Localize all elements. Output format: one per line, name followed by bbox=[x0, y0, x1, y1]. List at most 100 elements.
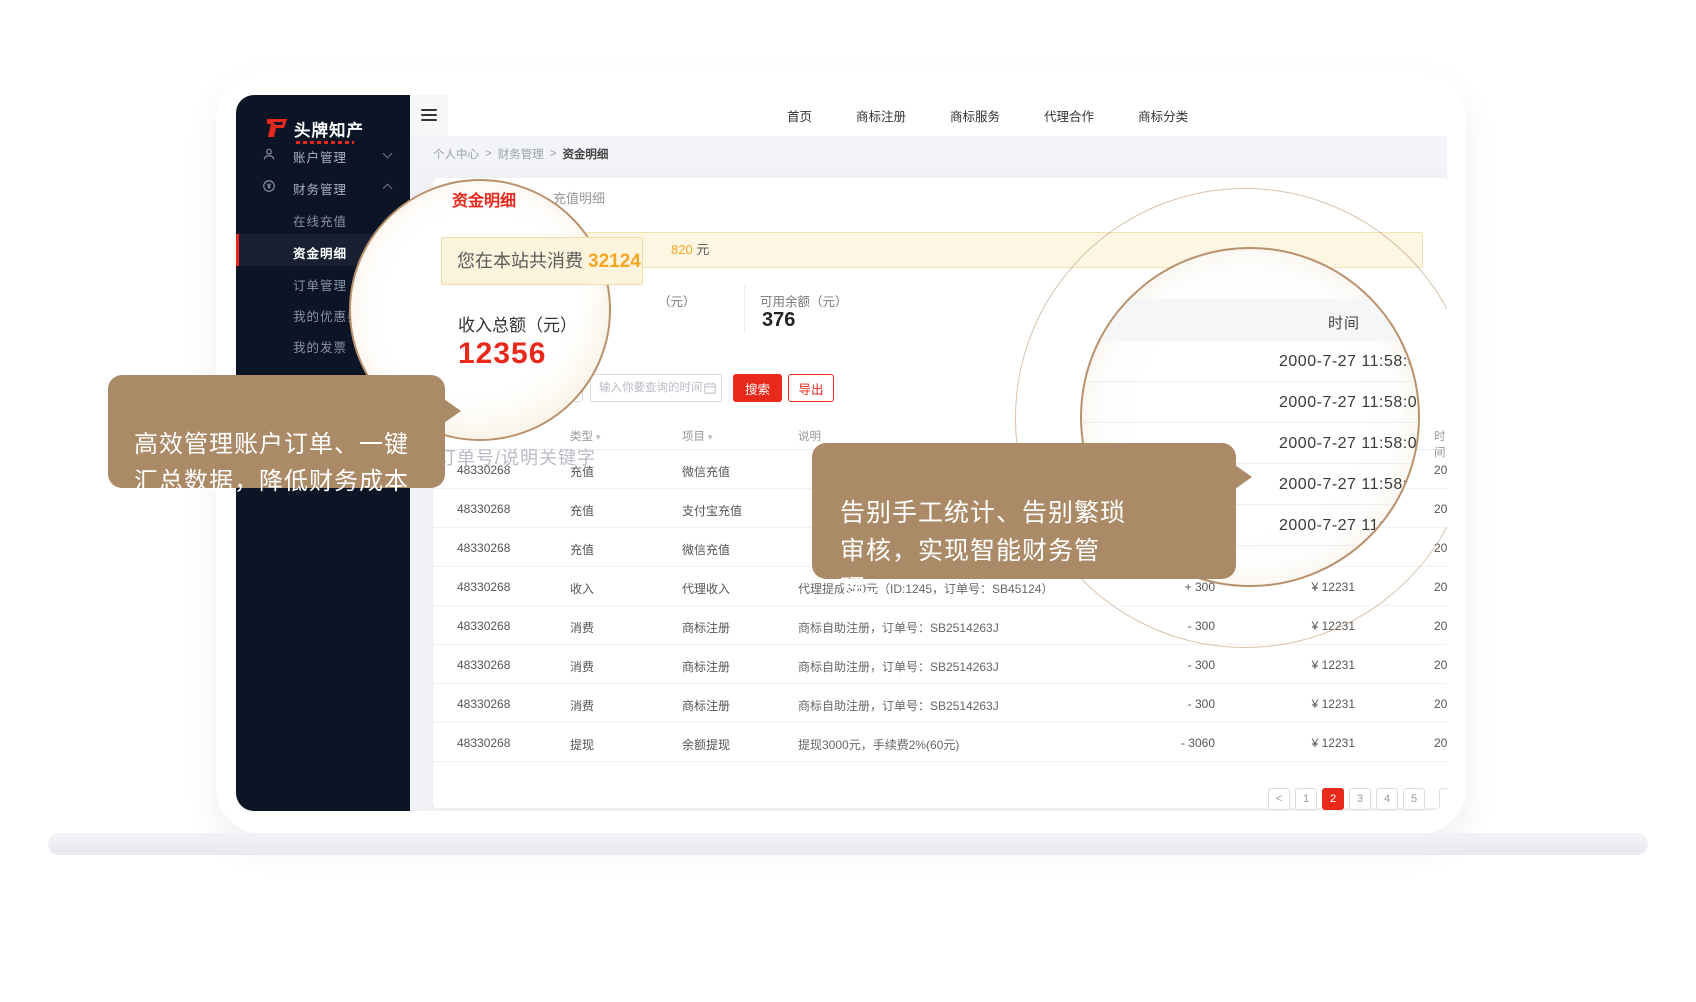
page-button-1[interactable]: 1 bbox=[1295, 788, 1317, 810]
next-page-button[interactable]: > bbox=[1439, 788, 1447, 810]
time-cell: 2000-7-27 11:58:03 bbox=[1434, 658, 1447, 672]
callout-arrow-icon bbox=[444, 399, 461, 423]
project-cell: 微信充值 bbox=[682, 463, 730, 480]
chevron-down-icon bbox=[383, 149, 393, 159]
breadcrumb-separator: > bbox=[550, 148, 557, 160]
order-cell: 48330268 bbox=[457, 658, 510, 672]
page-button-3[interactable]: 3 bbox=[1349, 788, 1371, 810]
project-cell: 余额提现 bbox=[682, 736, 730, 753]
nav-item-0[interactable]: 首页 bbox=[787, 106, 812, 125]
lens-tab-label: 资金明细 bbox=[452, 187, 516, 211]
order-cell: 48330268 bbox=[457, 619, 510, 633]
sidebar-group-1[interactable]: 财务管理 bbox=[236, 170, 410, 202]
desc-cell: 提现3000元，手续费2%(60元) bbox=[798, 736, 959, 753]
sort-caret-icon: ▾ bbox=[708, 432, 713, 442]
nav-item-3[interactable]: 代理合作 bbox=[1044, 106, 1094, 125]
nav-item-2[interactable]: 商标服务 bbox=[950, 106, 1000, 125]
balance-cell: ¥ 12231 bbox=[1278, 658, 1355, 672]
pagination: <12345 > bbox=[433, 788, 1447, 810]
type-cell: 消费 bbox=[570, 658, 594, 675]
type-cell: 消费 bbox=[570, 619, 594, 636]
order-cell: 48330268 bbox=[457, 697, 510, 711]
lens-income-value: 12356 bbox=[458, 337, 546, 371]
breadcrumb-separator: > bbox=[485, 148, 492, 160]
breadcrumb-part-2: 资金明细 bbox=[562, 146, 608, 162]
sidebar-group-label: 账户管理 bbox=[293, 147, 347, 166]
table-row: 48330268 消费 商标注册 商标自助注册，订单号：SB2514263J - 300… bbox=[433, 645, 1447, 684]
project-cell: 代理收入 bbox=[682, 580, 730, 597]
search-button[interactable]: 搜索 bbox=[733, 374, 782, 402]
sidebar-group-label: 财务管理 bbox=[293, 179, 347, 198]
desc-cell: 商标自助注册，订单号：SB2514263J bbox=[798, 697, 999, 714]
export-button[interactable]: 导出 bbox=[788, 374, 834, 402]
lens-time-row: 2000-7-27 11:58:03 bbox=[1082, 382, 1420, 423]
stat3-value: 376 bbox=[762, 309, 795, 332]
type-cell: 充值 bbox=[570, 541, 594, 558]
col-desc: 说明 bbox=[798, 428, 821, 444]
col-project[interactable]: 项目▾ bbox=[682, 428, 713, 444]
table-row: 48330268消费商标注册商标自助注册，订单号：SB2514263J- 300… bbox=[433, 684, 1447, 723]
sidebar-group-0[interactable]: 账户管理 bbox=[236, 138, 410, 170]
sidebar-item-label: 在线充值 bbox=[293, 211, 347, 230]
banner-text: 820 元 bbox=[671, 233, 709, 267]
sidebar-item-label: 我的发票 bbox=[293, 337, 347, 356]
project-cell: 商标注册 bbox=[682, 619, 730, 636]
callout-right: 告别手工统计、告别繁琐 审核，实现智能财务管 理。 bbox=[812, 443, 1236, 579]
type-cell: 提现 bbox=[570, 736, 594, 753]
order-cell: 48330268 bbox=[457, 580, 510, 594]
lens-banner-amount: 32124 bbox=[588, 251, 641, 272]
type-cell: 充值 bbox=[570, 502, 594, 519]
breadcrumb-part-1[interactable]: 财务管理 bbox=[498, 146, 544, 162]
nav-item-4[interactable]: 商标分类 bbox=[1138, 106, 1188, 125]
prev-page-button[interactable]: < bbox=[1268, 788, 1290, 810]
breadcrumb: 个人中心 > 财务管理 > 资金明细 bbox=[410, 136, 1447, 171]
amount-cell: - 3060 bbox=[1123, 736, 1215, 750]
callout-arrow-icon bbox=[1235, 465, 1252, 489]
desc-cell: 商标自助注册，订单号：SB2514263J bbox=[798, 658, 999, 675]
time-cell: 2000-7-27 11:58:03 bbox=[1434, 619, 1447, 633]
order-cell: 48330268 bbox=[457, 502, 510, 516]
time-cell: 2000-7-27 11:58:03 bbox=[1434, 736, 1447, 750]
desc-cell: 商标自助注册，订单号：SB2514263J bbox=[798, 619, 999, 636]
lens-banner: 您在本站共消费32124 bbox=[441, 237, 643, 285]
time-filter-input[interactable] bbox=[590, 374, 722, 402]
lens-time-value: 2000-7-27 11:5 bbox=[1279, 517, 1393, 535]
project-cell: 商标注册 bbox=[682, 658, 730, 675]
main-nav: 首页 商标注册 商标服务 代理合作 商标分类 bbox=[787, 95, 1188, 136]
desc-cell: 代理提成300元（ID:1245，订单号：SB45124） bbox=[798, 580, 1053, 597]
active-indicator bbox=[236, 234, 239, 266]
page-button-5[interactable]: 5 bbox=[1403, 788, 1425, 810]
lens-time-header: 时间 bbox=[1082, 299, 1420, 341]
lens-time-value: 2000-7-27 11:58:03 bbox=[1279, 394, 1420, 412]
laptop-base bbox=[48, 833, 1648, 855]
lens-time-row: 2000-7-27 11:58:03 bbox=[1082, 341, 1420, 382]
lens-time-value: 2000-7-27 11:58:03 bbox=[1279, 353, 1420, 371]
page-button-4[interactable]: 4 bbox=[1376, 788, 1398, 810]
type-cell: 消费 bbox=[570, 697, 594, 714]
stat-divider bbox=[744, 285, 745, 333]
balance-cell: ¥ 12231 bbox=[1278, 697, 1355, 711]
sort-caret-icon: ▾ bbox=[596, 432, 601, 442]
table-row: 48330268提现余额提现提现3000元，手续费2%(60元)- 3060¥ … bbox=[433, 723, 1447, 762]
sidebar-item-label: 订单管理 bbox=[293, 275, 347, 294]
tab-recharge-detail[interactable]: 充值明细 bbox=[553, 188, 605, 207]
project-cell: 支付宝充值 bbox=[682, 502, 742, 519]
project-cell: 微信充值 bbox=[682, 541, 730, 558]
chevron-up-icon bbox=[383, 184, 393, 194]
user-icon bbox=[262, 147, 276, 161]
stat2-label-fragment: （元） bbox=[658, 291, 696, 310]
time-cell: 2000-7-27 11:58:03 bbox=[1434, 697, 1447, 711]
hamburger-menu-icon[interactable] bbox=[410, 95, 448, 136]
page-button-2[interactable]: 2 bbox=[1322, 788, 1344, 810]
lens-time-value: 2000-7-27 11:58:03 bbox=[1279, 435, 1420, 453]
amount-cell: - 300 bbox=[1123, 697, 1215, 711]
finance-icon bbox=[262, 179, 276, 193]
breadcrumb-part-0[interactable]: 个人中心 bbox=[433, 146, 479, 162]
nav-item-1[interactable]: 商标注册 bbox=[856, 106, 906, 125]
order-cell: 48330268 bbox=[457, 541, 510, 555]
top-bar: 首页 商标注册 商标服务 代理合作 商标分类 bbox=[410, 95, 1447, 136]
col-type[interactable]: 类型▾ bbox=[570, 428, 601, 444]
lens-time-value: 2000-7-27 11:58:03 bbox=[1279, 476, 1420, 494]
balance-cell: ¥ 12231 bbox=[1278, 736, 1355, 750]
amount-cell: - 300 bbox=[1123, 658, 1215, 672]
